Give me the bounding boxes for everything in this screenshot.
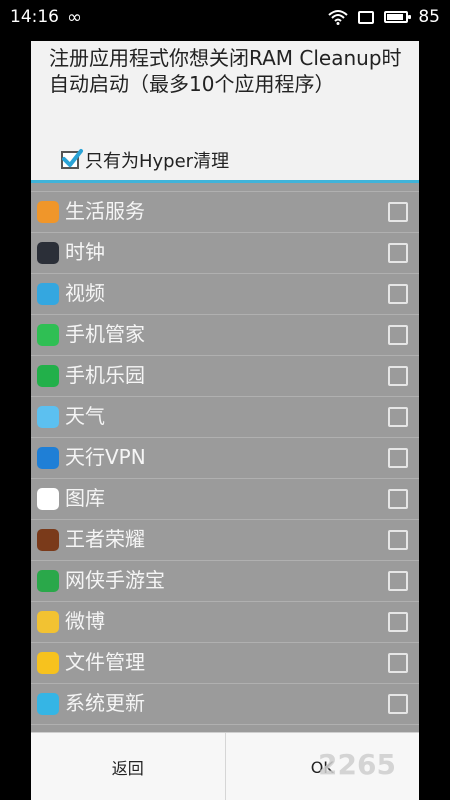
back-button[interactable]: 返回 xyxy=(31,733,225,800)
app-label: 网侠手游宝 xyxy=(65,568,165,592)
checkmark-icon xyxy=(62,149,83,167)
recycle-icon xyxy=(37,570,59,592)
list-item[interactable]: 王者荣耀 xyxy=(31,520,419,561)
s-store-icon xyxy=(37,365,59,387)
video-clapper-icon xyxy=(37,283,59,305)
app-checkbox[interactable] xyxy=(388,366,408,386)
app-label: 时钟 xyxy=(65,240,105,264)
app-label: 系统更新 xyxy=(65,691,145,715)
cloud-sun-icon xyxy=(37,406,59,428)
infinity-icon: ∞ xyxy=(67,6,82,28)
arrow-up-icon xyxy=(37,693,59,715)
app-checkbox[interactable] xyxy=(388,653,408,673)
app-checkbox[interactable] xyxy=(388,202,408,222)
app-label: 手机乐园 xyxy=(65,363,145,387)
app-checkbox[interactable] xyxy=(388,243,408,263)
battery-icon xyxy=(384,11,412,23)
wifi-icon xyxy=(328,10,349,25)
list-item[interactable]: 手机乐园 xyxy=(31,356,419,397)
list-item[interactable]: 天行VPN xyxy=(31,438,419,479)
app-label: 图库 xyxy=(65,486,105,510)
weibo-icon xyxy=(37,611,59,633)
app-list[interactable]: 生活服务时钟视频手机管家手机乐园天气天行VPN 图库王者荣耀网侠手游宝微博文件管理… xyxy=(31,183,419,732)
hyper-only-label: 只有为Hyper清理 xyxy=(85,151,230,172)
app-checkbox[interactable] xyxy=(388,530,408,550)
app-label: 王者荣耀 xyxy=(65,527,145,551)
app-checkbox[interactable] xyxy=(388,489,408,509)
dialog-title: 注册应用程式你想关闭RAM Cleanup时自动启动（最多10个应用程序） xyxy=(49,46,402,96)
globe-icon xyxy=(37,447,59,469)
app-checkbox[interactable] xyxy=(388,448,408,468)
app-label: 天行VPN xyxy=(65,445,146,469)
hyper-only-checkbox[interactable] xyxy=(61,149,83,169)
list-item[interactable]: 网侠手游宝 xyxy=(31,561,419,602)
app-checkbox[interactable] xyxy=(388,407,408,427)
app-label: 手机管家 xyxy=(65,322,145,346)
flower-icon xyxy=(37,488,59,510)
app-checkbox[interactable] xyxy=(388,284,408,304)
battery-level: 85 xyxy=(418,7,440,27)
folder-icon xyxy=(37,652,59,674)
list-item[interactable]: 天气 xyxy=(31,397,419,438)
app-label: 微博 xyxy=(65,609,105,633)
list-item[interactable]: 微博 xyxy=(31,602,419,643)
app-label: 天气 xyxy=(65,404,105,428)
message-icon xyxy=(358,10,375,24)
list-item[interactable]: 图库 xyxy=(31,479,419,520)
clock-icon xyxy=(37,242,59,264)
app-label: 文件管理 xyxy=(65,650,145,674)
app-checkbox[interactable] xyxy=(388,694,408,714)
dialog-header: 注册应用程式你想关闭RAM Cleanup时自动启动（最多10个应用程序） 只有… xyxy=(31,41,419,181)
watermark-logo: 2265 xyxy=(318,748,396,781)
list-item[interactable]: 时钟 xyxy=(31,233,419,274)
shield-plus-icon xyxy=(37,324,59,346)
list-item[interactable]: 文件管理 xyxy=(31,643,419,684)
list-item[interactable] xyxy=(31,183,419,192)
status-time: 14:16 xyxy=(10,7,59,27)
app-label: 视频 xyxy=(65,281,105,305)
app-checkbox[interactable] xyxy=(388,325,408,345)
hyper-only-option[interactable]: 只有为Hyper清理 xyxy=(61,147,229,173)
list-item[interactable]: 生活服务 xyxy=(31,192,419,233)
app-checkbox[interactable] xyxy=(388,612,408,632)
list-item[interactable]: 系统更新 xyxy=(31,684,419,725)
coffee-cup-icon xyxy=(37,201,59,223)
hero-game-icon xyxy=(37,529,59,551)
status-bar: 14:16 ∞ 85 xyxy=(0,0,450,34)
app-label: 生活服务 xyxy=(65,199,145,223)
cleanup-app-dialog: 注册应用程式你想关闭RAM Cleanup时自动启动（最多10个应用程序） 只有… xyxy=(31,41,419,800)
app-checkbox[interactable] xyxy=(388,571,408,591)
list-item[interactable]: 手机管家 xyxy=(31,315,419,356)
list-item[interactable]: 视频 xyxy=(31,274,419,315)
